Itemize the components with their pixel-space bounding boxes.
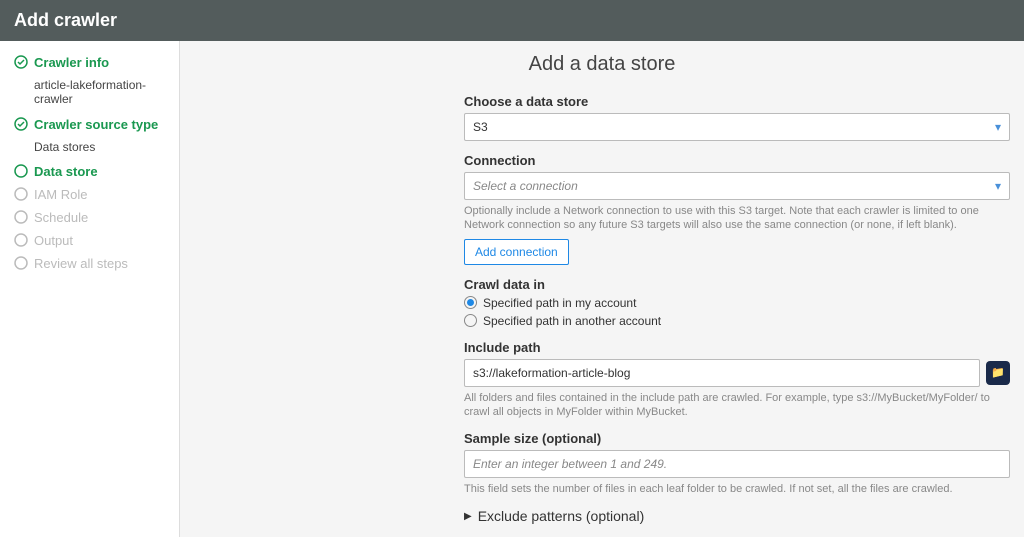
wizard-sidebar: Crawler info article-lakeformation-crawl…	[0, 41, 180, 537]
page-header-title: Add crawler	[14, 10, 117, 30]
radio-icon	[464, 314, 477, 327]
crawl-in-option-0[interactable]: Specified path in my account	[464, 296, 1010, 310]
step-sub-crawler-info: article-lakeformation-crawler	[34, 78, 169, 107]
circle-icon	[14, 233, 28, 247]
sample-size-input[interactable]: Enter an integer between 1 and 249.	[464, 450, 1010, 478]
radio-icon	[464, 296, 477, 309]
layout: Crawler info article-lakeformation-crawl…	[0, 41, 1024, 537]
include-path-help: All folders and files contained in the i…	[464, 391, 1010, 420]
sample-size-help: This field sets the number of files in e…	[464, 482, 1010, 496]
step-label: IAM Role	[34, 187, 87, 204]
datastore-value: S3	[473, 120, 488, 134]
check-circle-icon	[14, 55, 28, 69]
crawl-in-label: Crawl data in	[464, 277, 1010, 292]
folder-icon: 📁	[991, 366, 1005, 379]
step-label: Schedule	[34, 210, 88, 227]
step-data-store[interactable]: Data store	[14, 164, 169, 181]
circle-icon	[14, 256, 28, 270]
field-crawl-in: Crawl data in Specified path in my accou…	[464, 277, 1010, 328]
step-sub-source-type: Data stores	[34, 140, 169, 154]
add-connection-button[interactable]: Add connection	[464, 239, 569, 265]
step-review[interactable]: Review all steps	[14, 256, 169, 273]
chevron-down-icon: ▾	[995, 120, 1001, 134]
step-schedule[interactable]: Schedule	[14, 210, 169, 227]
exclude-label: Exclude patterns (optional)	[478, 508, 645, 524]
field-datastore: Choose a data store S3 ▾	[464, 94, 1010, 141]
main-panel: Add a data store Choose a data store S3 …	[180, 41, 1024, 537]
radio-label: Specified path in another account	[483, 314, 661, 328]
connection-placeholder: Select a connection	[473, 179, 578, 193]
datastore-label: Choose a data store	[464, 94, 1010, 109]
include-path-input[interactable]: s3://lakeformation-article-blog	[464, 359, 980, 387]
circle-icon	[14, 210, 28, 224]
step-label: Output	[34, 233, 73, 250]
connection-select[interactable]: Select a connection ▾	[464, 172, 1010, 200]
sample-size-label: Sample size (optional)	[464, 431, 1010, 446]
step-label: Data store	[34, 164, 98, 181]
radio-label: Specified path in my account	[483, 296, 636, 310]
browse-folder-button[interactable]: 📁	[986, 361, 1010, 385]
include-path-value: s3://lakeformation-article-blog	[473, 366, 630, 380]
sample-size-placeholder: Enter an integer between 1 and 249.	[473, 457, 667, 471]
step-label: Review all steps	[34, 256, 128, 273]
step-crawler-info[interactable]: Crawler info	[14, 55, 169, 72]
step-output[interactable]: Output	[14, 233, 169, 250]
field-connection: Connection Select a connection ▾ Optiona…	[464, 153, 1010, 265]
check-circle-icon	[14, 117, 28, 131]
chevron-down-icon: ▾	[995, 179, 1001, 193]
crawl-in-option-1[interactable]: Specified path in another account	[464, 314, 1010, 328]
field-sample-size: Sample size (optional) Enter an integer …	[464, 431, 1010, 496]
step-iam-role[interactable]: IAM Role	[14, 187, 169, 204]
circle-icon	[14, 187, 28, 201]
connection-help: Optionally include a Network connection …	[464, 204, 1010, 233]
step-label: Crawler source type	[34, 117, 158, 134]
triangle-right-icon: ▶	[464, 511, 472, 522]
page-title: Add a data store	[194, 53, 1010, 76]
datastore-select[interactable]: S3 ▾	[464, 113, 1010, 141]
step-crawler-source-type[interactable]: Crawler source type	[14, 117, 169, 134]
page-header: Add crawler	[0, 0, 1024, 41]
exclude-patterns-expander[interactable]: ▶ Exclude patterns (optional)	[464, 508, 1010, 524]
form: Choose a data store S3 ▾ Connection Sele…	[464, 94, 1010, 524]
circle-icon	[14, 164, 28, 178]
connection-label: Connection	[464, 153, 1010, 168]
include-path-label: Include path	[464, 340, 1010, 355]
field-include-path: Include path s3://lakeformation-article-…	[464, 340, 1010, 420]
step-label: Crawler info	[34, 55, 109, 72]
